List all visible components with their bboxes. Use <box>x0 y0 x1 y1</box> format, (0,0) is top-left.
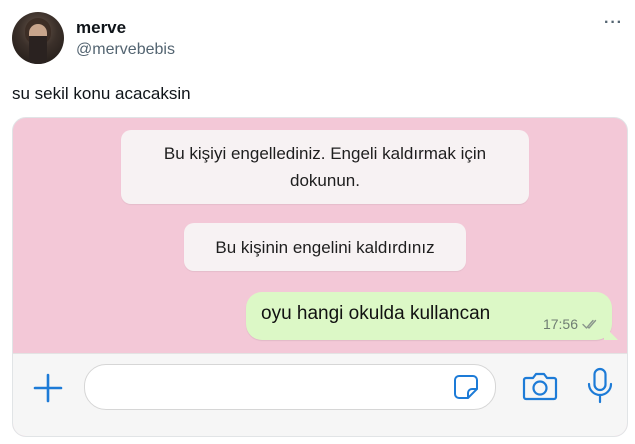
microphone-icon[interactable] <box>586 367 614 405</box>
camera-icon[interactable] <box>522 370 558 402</box>
plus-icon[interactable] <box>31 371 65 405</box>
user-handle[interactable]: @mervebebis <box>76 40 175 60</box>
user-names: merve @mervebebis <box>76 18 175 60</box>
message-meta: 17:56 <box>543 316 600 332</box>
more-dots-icon[interactable]: ··· <box>604 14 623 32</box>
sticker-icon[interactable] <box>453 374 479 400</box>
tweet-text: su sekil konu acacaksin <box>12 84 191 103</box>
system-message-blocked-text: Bu kişiyi engellediniz. Engeli kaldırmak… <box>163 144 487 190</box>
system-message-blocked[interactable]: Bu kişiyi engellediniz. Engeli kaldırmak… <box>121 130 529 204</box>
system-message-unblocked-text: Bu kişinin engelini kaldırdınız <box>215 237 435 257</box>
message-input-bar <box>13 353 627 436</box>
system-message-unblocked: Bu kişinin engelini kaldırdınız <box>184 223 466 271</box>
display-name[interactable]: merve <box>76 18 175 38</box>
bubble-tail <box>604 326 618 340</box>
tweet-header: merve @mervebebis <box>12 12 175 64</box>
chat-screenshot: Bu kişiyi engellediniz. Engeli kaldırmak… <box>12 117 628 437</box>
outgoing-message-bubble[interactable]: oyu hangi okulda kullancan 17:56 <box>246 292 618 340</box>
outgoing-message-text: oyu hangi okulda kullancan <box>261 303 491 324</box>
message-time: 17:56 <box>542 316 578 332</box>
double-check-icon <box>582 319 597 329</box>
message-input[interactable] <box>84 364 496 410</box>
avatar[interactable] <box>12 12 64 64</box>
avatar-figure <box>29 24 47 64</box>
